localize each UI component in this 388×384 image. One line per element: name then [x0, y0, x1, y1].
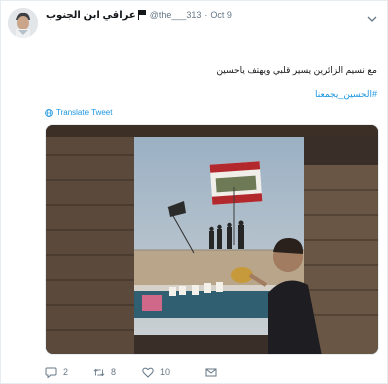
reply-icon: [45, 367, 57, 378]
retweet-count: 8: [111, 367, 117, 377]
tweet-photo[interactable]: [45, 124, 379, 355]
hashtag-link[interactable]: #الحسين_يجمعنا: [315, 89, 377, 100]
tweet-text: مع نسيم الزائرين يسير قلبي ويهتف ياحسين: [216, 65, 377, 75]
translate-tweet-link[interactable]: Translate Tweet: [45, 108, 112, 117]
header-separator: ·: [204, 10, 208, 20]
timestamp[interactable]: Oct 9: [210, 10, 232, 20]
tweet-header: عراقي ابن الجنوب @the___313 · Oct 9: [46, 8, 232, 22]
retweet-icon: [93, 368, 105, 376]
tweet-actions: 2 8 10: [45, 365, 379, 379]
avatar-image: [8, 8, 38, 38]
like-button[interactable]: 10: [142, 365, 170, 379]
avatar[interactable]: [8, 8, 38, 38]
direct-message-button[interactable]: [205, 365, 223, 379]
tweet-card[interactable]: عراقي ابن الجنوب @the___313 · Oct 9 مع ن…: [0, 0, 388, 384]
retweet-button[interactable]: 8: [93, 365, 116, 379]
chevron-down-icon[interactable]: [367, 10, 377, 22]
photo-scene: [46, 125, 378, 354]
display-name[interactable]: عراقي ابن الجنوب: [46, 10, 136, 21]
reply-count: 2: [63, 367, 69, 377]
like-count: 10: [160, 367, 171, 377]
globe-icon: [45, 108, 53, 117]
envelope-icon: [205, 368, 217, 376]
flag-icon: [137, 10, 146, 20]
user-handle[interactable]: @the___313: [150, 10, 202, 20]
translate-label: Translate Tweet: [56, 108, 113, 117]
heart-icon: [142, 367, 154, 378]
reply-button[interactable]: 2: [45, 365, 68, 379]
